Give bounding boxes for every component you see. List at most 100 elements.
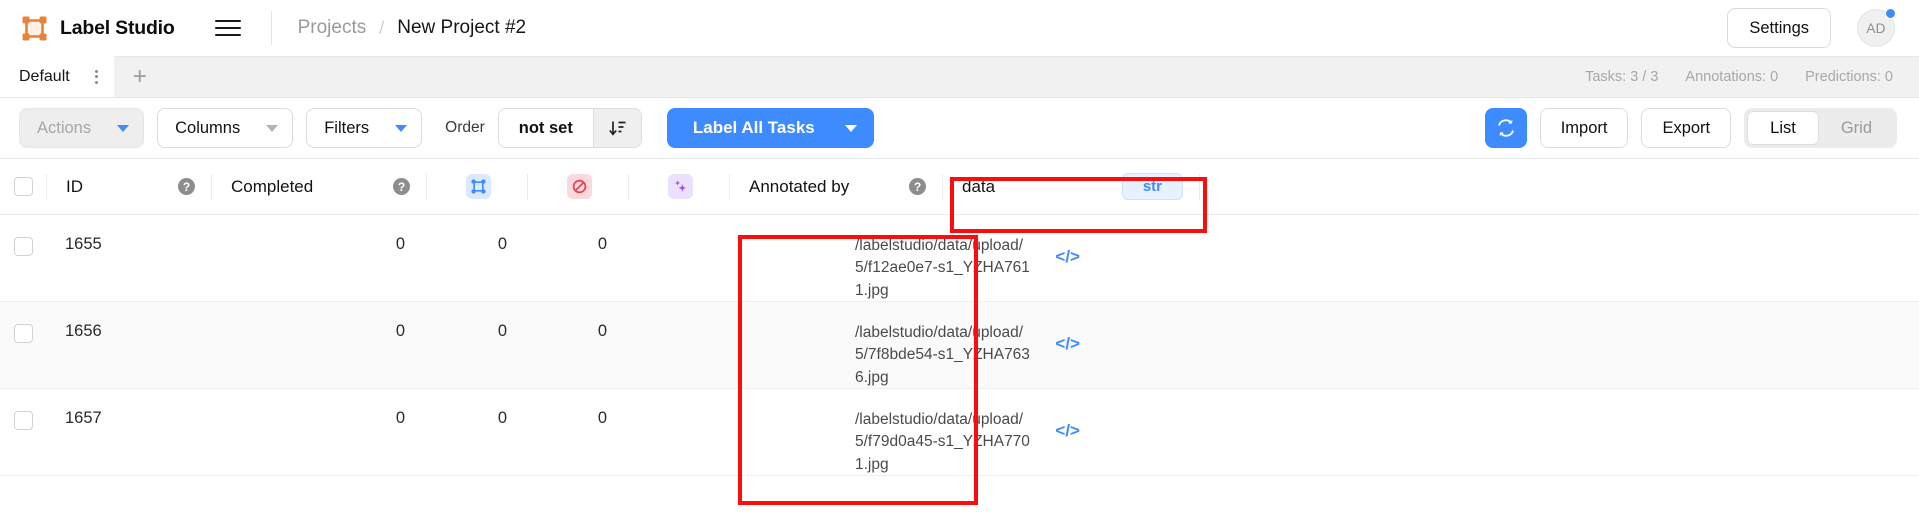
column-header-cancelled[interactable]: [528, 159, 628, 214]
sort-descending-icon[interactable]: [592, 109, 641, 147]
cell-completed: 0: [395, 235, 405, 253]
row-checkbox[interactable]: [13, 324, 33, 343]
notification-dot-icon: [1885, 8, 1896, 19]
breadcrumb: Projects / New Project #2: [298, 17, 527, 39]
column-header-data-label: data: [962, 176, 996, 196]
predictions-sparkle-icon: [668, 174, 693, 199]
tab-options-icon[interactable]: [92, 67, 101, 87]
chevron-down-icon: [395, 124, 408, 132]
column-header-annotations[interactable]: [427, 159, 527, 214]
code-view-icon[interactable]: </>: [1055, 409, 1080, 441]
help-icon[interactable]: ?: [393, 178, 410, 195]
cell-cancelled: 0: [597, 322, 607, 340]
cell-annotated-by: [624, 215, 836, 301]
hamburger-menu-icon[interactable]: [214, 18, 241, 38]
cell-data: /labelstudio/data/upload/5/7f8bde54-s1_Y…: [836, 302, 1092, 388]
row-select-cell: [0, 215, 46, 256]
row-checkbox[interactable]: [13, 237, 33, 256]
toolbar-right-group: Import Export List Grid: [1484, 108, 1897, 148]
tab-stats: Tasks: 3 / 3 Annotations: 0 Predictions:…: [1585, 56, 1919, 97]
tab-strip: Default + Tasks: 3 / 3 Annotations: 0 Pr…: [0, 56, 1919, 98]
filters-label: Filters: [324, 118, 370, 137]
refresh-button[interactable]: [1484, 108, 1527, 148]
column-header-predictions[interactable]: [629, 159, 729, 214]
cell-data: /labelstudio/data/upload/5/f12ae0e7-s1_Y…: [836, 215, 1092, 301]
cell-id: 1657: [65, 409, 102, 427]
cell-annotations: 0: [497, 409, 507, 427]
help-icon[interactable]: ?: [909, 178, 926, 195]
column-divider: [1199, 173, 1200, 200]
export-button[interactable]: Export: [1641, 108, 1732, 148]
column-header-annotated-by[interactable]: Annotated by ?: [730, 159, 942, 214]
row-select-cell: [0, 302, 46, 343]
columns-button[interactable]: Columns: [157, 108, 294, 148]
top-bar-right: Settings AD: [1727, 8, 1896, 48]
column-header-id-label: ID: [66, 176, 83, 196]
actions-label: Actions: [37, 118, 92, 137]
annotations-icon: [466, 174, 491, 199]
filters-button[interactable]: Filters: [306, 108, 423, 148]
cell-id: 1655: [65, 235, 102, 253]
cancelled-icon: [567, 174, 592, 199]
avatar-wrapper[interactable]: AD: [1857, 8, 1896, 47]
cell-annotations: 0: [497, 235, 507, 253]
chevron-down-icon: [117, 124, 130, 132]
table-row[interactable]: 1656 0 0 0 /labelstudio/data/upload/5/7f…: [0, 302, 1919, 389]
column-header-completed[interactable]: Completed ?: [212, 159, 426, 214]
order-label: Order: [445, 119, 485, 136]
label-all-tasks-label: Label All Tasks: [692, 118, 815, 137]
actions-button[interactable]: Actions: [19, 108, 145, 148]
select-all-cell: [0, 177, 46, 196]
column-header-completed-label: Completed: [231, 176, 314, 196]
chevron-down-icon: [844, 124, 857, 132]
select-all-checkbox[interactable]: [13, 177, 33, 196]
cell-completed: 0: [395, 322, 405, 340]
row-select-cell: [0, 389, 46, 430]
header-divider: [270, 11, 272, 45]
order-value-button[interactable]: not set: [498, 109, 593, 147]
stat-tasks: Tasks: 3 / 3: [1585, 68, 1659, 85]
column-header-id[interactable]: ID ?: [47, 159, 211, 214]
code-view-icon[interactable]: </>: [1055, 235, 1080, 267]
breadcrumb-separator: /: [379, 17, 385, 38]
tab-default[interactable]: Default: [0, 56, 114, 97]
cell-annotated-by: [624, 389, 836, 475]
data-manager-toolbar: Actions Columns Filters Order not set La…: [0, 98, 1919, 158]
cell-data: /labelstudio/data/upload/5/f79d0a45-s1_Y…: [836, 389, 1092, 475]
view-mode-toggle: List Grid: [1744, 108, 1897, 148]
stat-predictions: Predictions: 0: [1805, 68, 1893, 85]
order-control: not set: [497, 108, 642, 148]
breadcrumb-current-project[interactable]: New Project #2: [397, 17, 526, 39]
brand[interactable]: Label Studio: [22, 16, 175, 41]
columns-label: Columns: [175, 118, 241, 137]
column-header-data[interactable]: data str: [943, 159, 1199, 214]
view-mode-grid[interactable]: Grid: [1819, 111, 1894, 145]
label-all-tasks-button[interactable]: Label All Tasks: [666, 108, 874, 148]
tab-default-label: Default: [19, 67, 70, 85]
stat-annotations: Annotations: 0: [1685, 68, 1779, 85]
settings-button[interactable]: Settings: [1727, 8, 1831, 48]
help-icon[interactable]: ?: [178, 178, 195, 195]
cell-cancelled: 0: [597, 409, 607, 427]
breadcrumb-projects-link[interactable]: Projects: [298, 17, 367, 39]
cell-data-path: /labelstudio/data/upload/5/f12ae0e7-s1_Y…: [855, 237, 1030, 299]
table-header-row: ID ? Completed ? Annotated by ? data str: [0, 159, 1919, 215]
top-bar: Label Studio Projects / New Project #2 S…: [0, 0, 1919, 57]
cell-id: 1656: [65, 322, 102, 340]
row-checkbox[interactable]: [13, 411, 33, 430]
view-mode-list[interactable]: List: [1747, 111, 1819, 145]
column-header-annotated-by-label: Annotated by: [749, 176, 850, 196]
chevron-down-icon: [266, 124, 279, 132]
cell-data-path: /labelstudio/data/upload/5/f79d0a45-s1_Y…: [855, 411, 1030, 473]
data-type-badge[interactable]: str: [1121, 173, 1183, 200]
tasks-table: ID ? Completed ? Annotated by ? data str…: [0, 158, 1919, 476]
brand-name: Label Studio: [60, 16, 175, 39]
add-tab-button[interactable]: +: [114, 56, 166, 97]
import-button[interactable]: Import: [1539, 108, 1629, 148]
cell-annotations: 0: [497, 322, 507, 340]
cell-cancelled: 0: [597, 235, 607, 253]
cell-data-path: /labelstudio/data/upload/5/7f8bde54-s1_Y…: [855, 324, 1030, 386]
table-row[interactable]: 1655 0 0 0 /labelstudio/data/upload/5/f1…: [0, 215, 1919, 302]
table-row[interactable]: 1657 0 0 0 /labelstudio/data/upload/5/f7…: [0, 389, 1919, 476]
code-view-icon[interactable]: </>: [1055, 322, 1080, 354]
